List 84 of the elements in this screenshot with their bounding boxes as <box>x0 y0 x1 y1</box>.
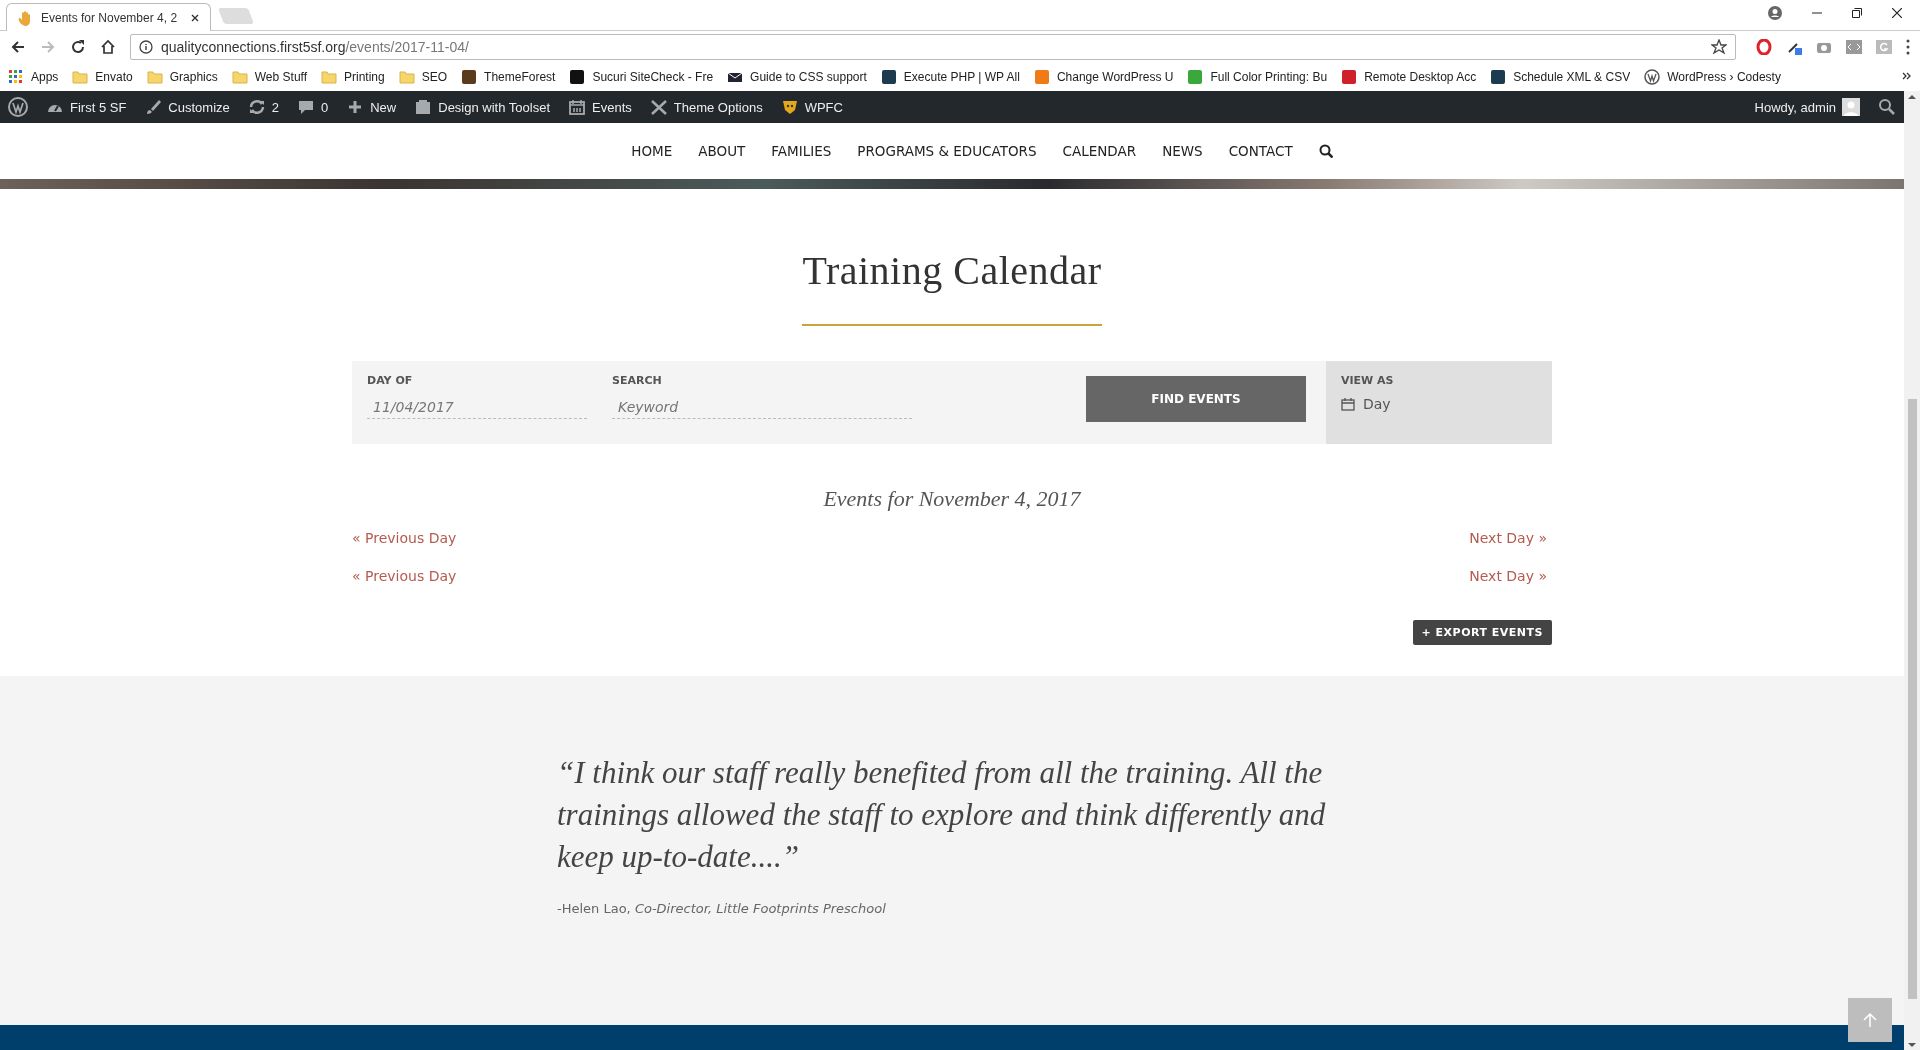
nav-link[interactable]: NEWS <box>1162 143 1203 159</box>
folder-icon <box>72 69 89 85</box>
bookmark-link[interactable]: ThemeForest <box>461 69 556 85</box>
close-icon[interactable] <box>1892 8 1902 18</box>
profile-icon[interactable] <box>1768 6 1782 20</box>
star-icon[interactable] <box>1711 39 1727 55</box>
folder-icon <box>231 69 248 85</box>
date-field[interactable]: 11/04/2017 <box>367 395 587 419</box>
bookmark-link[interactable]: Graphics <box>146 69 218 85</box>
info-icon <box>139 40 153 54</box>
search-icon[interactable] <box>1878 98 1896 116</box>
page-title: Training Calendar <box>801 247 1103 294</box>
bookmark-link[interactable]: Printing <box>321 69 385 85</box>
wordpress-logo-icon <box>1644 69 1661 85</box>
account-menu[interactable]: Howdy, admin <box>1754 98 1860 116</box>
testimonial-author: -Helen Lao, Co-Director, Little Footprints Preschool <box>557 901 887 916</box>
export-events-button[interactable]: + EXPORT EVENTS <box>1412 620 1552 645</box>
toolbox-icon <box>414 99 433 115</box>
folder-icon <box>146 69 163 85</box>
wordpress-logo-icon[interactable] <box>8 97 28 117</box>
bookmark-link[interactable]: WordPress › Codesty <box>1644 69 1781 85</box>
nav-link[interactable]: HOME <box>631 143 673 159</box>
bookmark-link[interactable]: Change WordPress U <box>1033 69 1174 85</box>
previous-day-link[interactable]: « Previous Day <box>352 568 462 584</box>
opera-o-icon[interactable] <box>1756 39 1772 55</box>
home-icon[interactable] <box>100 39 116 55</box>
bookmark-link[interactable]: Guide to CSS support <box>727 69 867 85</box>
scrollbar-up-arrow-icon[interactable] <box>1908 95 1916 99</box>
bookmark-link[interactable]: Execute PHP | WP All <box>880 69 1020 85</box>
bookmark-link[interactable]: Web Stuff <box>231 69 307 85</box>
calendar-icon <box>568 99 586 115</box>
search-icon[interactable] <box>1318 144 1333 158</box>
reload-icon[interactable] <box>70 39 86 55</box>
scrollbar-thumb[interactable] <box>1907 399 1917 999</box>
nav-link[interactable]: FAMILIES <box>771 143 832 159</box>
bookmark-link[interactable]: Full Color Printing: Bu <box>1187 69 1328 85</box>
bookmark-link[interactable]: SEO <box>398 69 448 85</box>
bookmark-link[interactable]: Envato <box>72 69 133 85</box>
find-events-button[interactable]: FIND EVENTS <box>1086 376 1306 422</box>
more-menu-icon[interactable] <box>1906 39 1910 55</box>
next-day-link[interactable]: Next Day » <box>1464 568 1552 584</box>
search-field[interactable]: Keyword <box>612 395 912 419</box>
speech-bubble-icon <box>297 99 315 115</box>
next-day-link[interactable]: Next Day » <box>1464 530 1552 546</box>
bookmark-link[interactable]: Remote Desktop Acc <box>1341 69 1477 85</box>
scrollbar-down-arrow-icon[interactable] <box>1908 1043 1916 1047</box>
previous-day-link[interactable]: « Previous Day <box>352 530 462 546</box>
field-label: SEARCH <box>612 374 663 387</box>
brush-icon <box>144 99 163 115</box>
code-icon[interactable] <box>1846 39 1862 55</box>
bookmark-link[interactable]: Schedule XML & CSV <box>1490 69 1631 85</box>
restore-icon[interactable] <box>1852 8 1862 18</box>
bookmark-link[interactable]: Sucuri SiteCheck - Fre <box>569 69 714 85</box>
folder-icon <box>398 69 415 85</box>
admin-bar-item[interactable]: New <box>346 99 397 115</box>
testimonial-quote: “I think our staff really benefited from all the training. All the trainings allowed the staff to explore and think differently and keep up-to-date....” <box>557 754 1327 876</box>
admin-bar-item[interactable]: Design with Toolset <box>414 99 550 115</box>
up-arrow-icon <box>1862 1012 1878 1028</box>
browser-tab[interactable]: Events for November 4, 2 <box>6 3 211 31</box>
avatar-icon <box>1842 98 1860 116</box>
apps-grid-icon <box>8 69 24 85</box>
bookmark-link[interactable]: Apps <box>8 69 59 85</box>
hand-favicon-icon <box>17 9 33 26</box>
refresh-arrows-icon <box>247 99 266 115</box>
admin-bar-item[interactable]: Events <box>568 99 632 115</box>
field-label: DAY OF <box>367 374 414 387</box>
events-date-heading: Events for November 4, 2017 <box>822 486 1082 512</box>
view-selector[interactable]: Day <box>1341 396 1537 412</box>
nav-link[interactable]: PROGRAMS & EDUCATORS <box>857 143 1037 159</box>
admin-bar-item[interactable]: WPFC <box>780 99 843 115</box>
folder-icon <box>321 69 337 85</box>
close-icon[interactable] <box>190 12 200 23</box>
calendar-icon <box>1341 397 1355 411</box>
nav-link[interactable]: CONTACT <box>1228 143 1293 159</box>
admin-bar-item[interactable]: First 5 SF <box>46 99 127 115</box>
address-field[interactable]: qualityconnections.first5sf.org/events/2017-11-04/ <box>130 34 1736 60</box>
admin-bar-item[interactable]: 2 <box>247 99 279 115</box>
nav-link[interactable]: CALENDAR <box>1062 143 1137 159</box>
admin-bar-item[interactable]: Customize <box>144 99 230 115</box>
nav-link[interactable]: ABOUT <box>698 143 746 159</box>
back-arrow-icon[interactable] <box>10 39 26 55</box>
admin-bar-item[interactable]: 0 <box>297 99 329 115</box>
field-label: VIEW AS <box>1341 374 1395 387</box>
admin-bar-item[interactable]: Theme Options <box>649 99 763 115</box>
